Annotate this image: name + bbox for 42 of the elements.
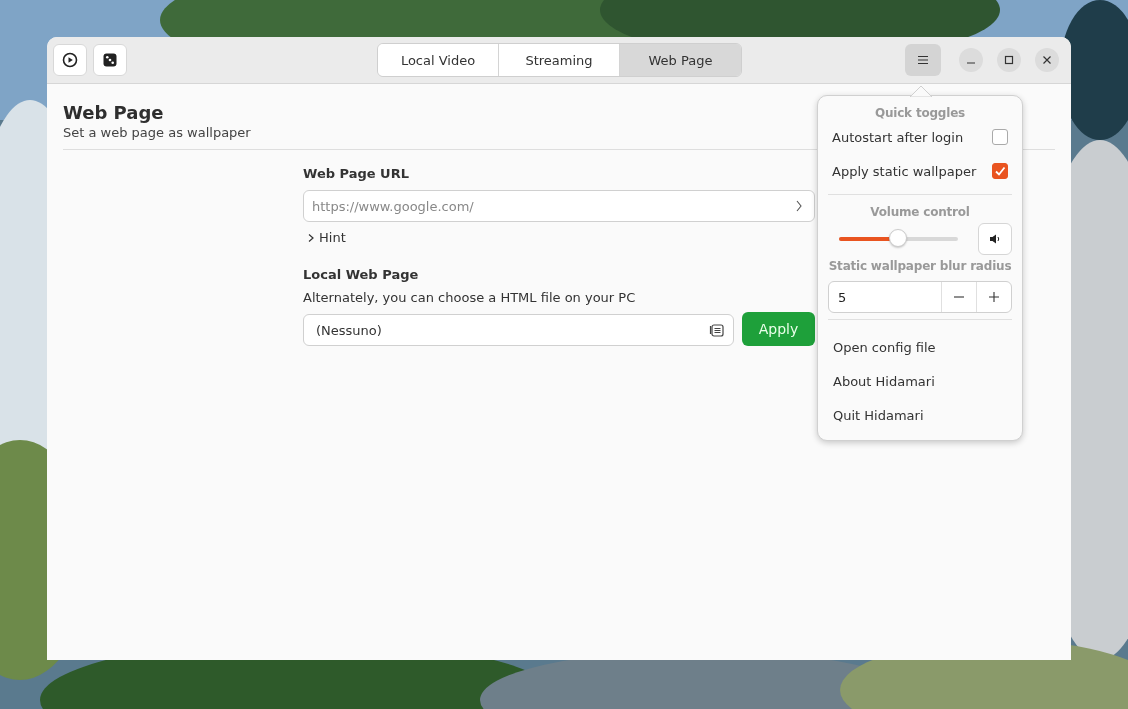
menu-item[interactable]: Open config file xyxy=(828,330,1012,364)
menu-item[interactable]: Quit Hidamari xyxy=(828,398,1012,432)
chevron-right-icon xyxy=(795,199,803,213)
tab[interactable]: Web Page xyxy=(620,44,741,76)
maximize-button[interactable] xyxy=(997,48,1021,72)
toggle-label: Autostart after login xyxy=(832,129,964,145)
close-button[interactable] xyxy=(1035,48,1059,72)
plus-icon xyxy=(988,291,1000,303)
menu-item[interactable]: About Hidamari xyxy=(828,364,1012,398)
url-field[interactable]: https://www.google.com/ xyxy=(303,190,815,222)
minimize-icon xyxy=(967,62,975,64)
tab[interactable]: Streaming xyxy=(499,44,620,76)
speaker-icon xyxy=(988,232,1002,246)
section-heading: Volume control xyxy=(869,205,971,219)
menu-button[interactable] xyxy=(905,44,941,76)
section-heading: Quick toggles xyxy=(873,106,967,120)
maximize-icon xyxy=(1004,55,1014,65)
section-label: Local Web Page xyxy=(303,267,420,282)
checkbox[interactable] xyxy=(992,129,1008,145)
dice-icon xyxy=(102,52,118,68)
menu-icon xyxy=(917,55,929,65)
file-chooser[interactable]: (Nessuno) xyxy=(303,314,734,346)
checkbox[interactable] xyxy=(992,163,1008,179)
slider-handle[interactable] xyxy=(888,229,907,247)
tab[interactable]: Local Video xyxy=(378,44,499,76)
section-heading: Static wallpaper blur radius xyxy=(828,259,1012,273)
dice-button[interactable] xyxy=(93,44,127,76)
chevron-right-icon xyxy=(307,232,315,243)
hint-expander[interactable]: Hint xyxy=(303,230,346,245)
play-button[interactable] xyxy=(53,44,87,76)
speaker-button[interactable] xyxy=(978,223,1012,255)
page-title: Web Page xyxy=(63,102,164,123)
page-subtitle: Set a web page as wallpaper xyxy=(63,125,251,140)
minimize-button[interactable] xyxy=(959,48,983,72)
document-icon xyxy=(709,322,725,338)
section-description: Alternately, you can choose a HTML file on your PC xyxy=(303,290,637,305)
volume-slider[interactable] xyxy=(839,229,958,249)
play-icon xyxy=(62,52,78,68)
section-label: Web Page URL xyxy=(303,166,410,181)
toggle-label: Apply static wallpaper xyxy=(832,163,977,179)
spin-field[interactable]: 5 xyxy=(828,281,1012,313)
close-icon xyxy=(1042,55,1052,65)
